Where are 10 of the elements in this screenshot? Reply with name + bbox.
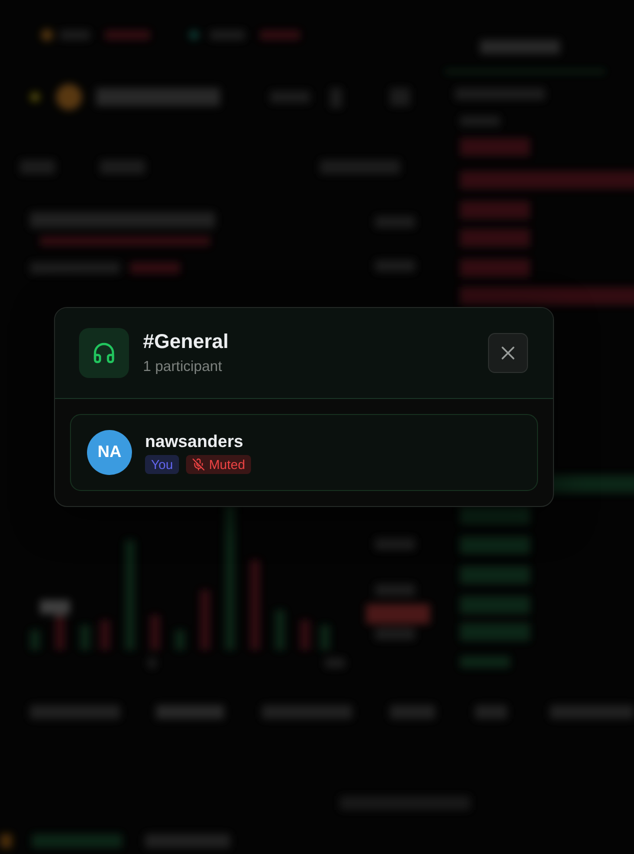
close-button[interactable] bbox=[488, 333, 528, 373]
microphone-off-icon bbox=[192, 458, 205, 470]
user-avatar: NA bbox=[87, 430, 132, 475]
close-icon bbox=[501, 346, 515, 360]
headphones-icon bbox=[79, 328, 129, 378]
you-badge: You bbox=[145, 454, 179, 474]
channel-title: #General bbox=[143, 330, 230, 354]
participant-name: nawsanders bbox=[145, 432, 244, 452]
muted-label: Muted bbox=[208, 456, 246, 472]
participant-count: 1 participant bbox=[143, 358, 223, 376]
